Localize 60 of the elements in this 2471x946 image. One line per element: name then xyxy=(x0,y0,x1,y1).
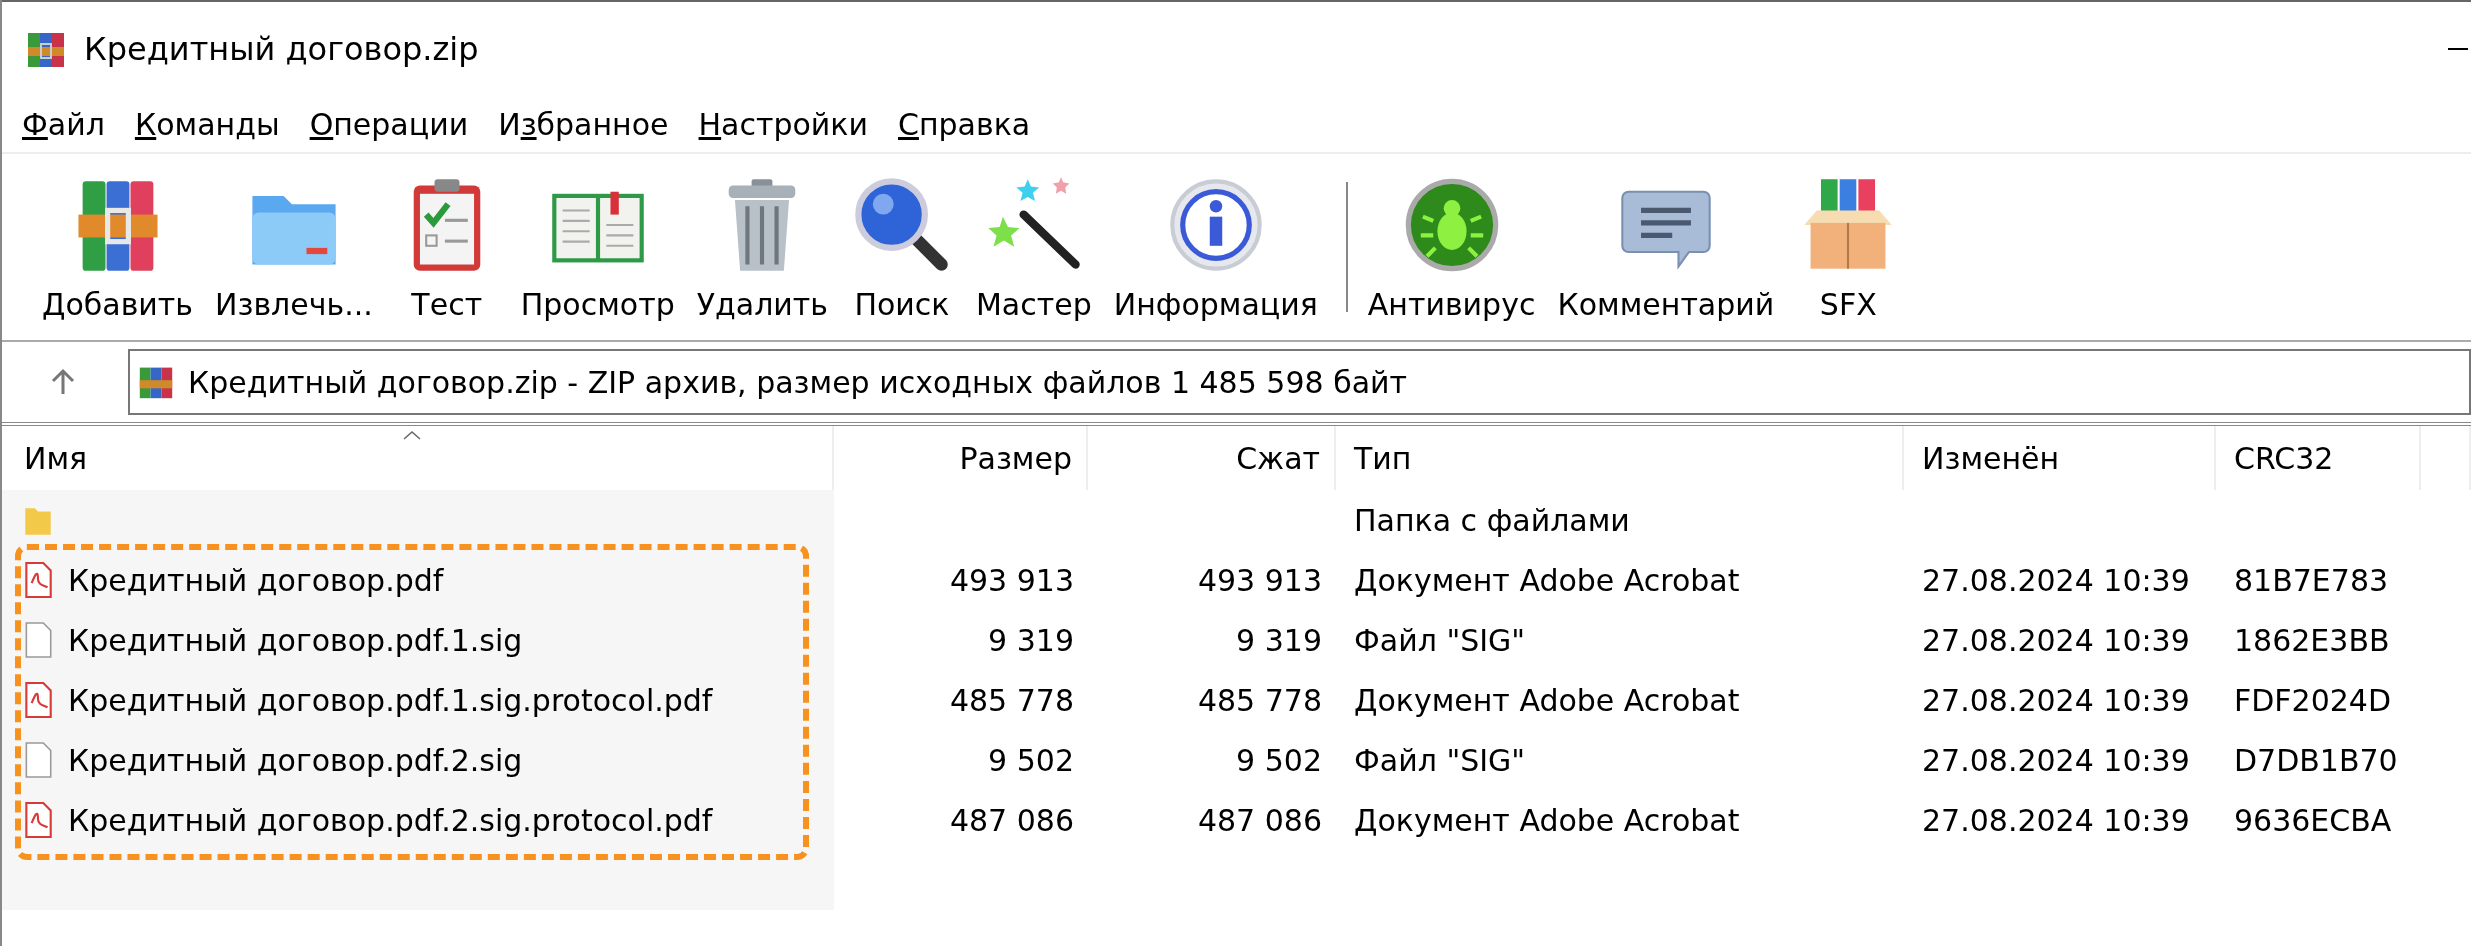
size-cell: 9 319 xyxy=(988,622,1074,658)
column-header[interactable]: Сжат xyxy=(1088,426,1336,490)
window-title: Кредитный договор.zip xyxy=(84,30,479,68)
pdf-file-icon xyxy=(22,682,54,718)
packed-size-cell: 9 502 xyxy=(1236,742,1322,778)
modified-cell: 27.08.2024 10:39 xyxy=(1922,682,2190,718)
size-cell: 9 502 xyxy=(988,742,1074,778)
file-name[interactable]: Кредитный договор.pdf.1.sig xyxy=(68,622,523,658)
packed-size-cell: 485 778 xyxy=(1197,682,1322,718)
packed-size-cell: 9 319 xyxy=(1236,622,1322,658)
type-cell: Папка с файлами xyxy=(1354,502,1630,538)
type-cell: Файл "SIG" xyxy=(1354,742,1526,778)
toolbar-button[interactable]: Комментарий xyxy=(1553,157,1779,337)
address-field[interactable]: Кредитный договор.zip - ZIP архив, размер исходных файлов 1 485 598 байт xyxy=(128,349,2471,415)
pdf-file-icon xyxy=(22,562,54,598)
toolbar-button[interactable]: Удалить xyxy=(692,157,832,337)
toolbar-button[interactable]: Извлечь... xyxy=(211,157,377,337)
modified-cell: 27.08.2024 10:39 xyxy=(1922,622,2190,658)
crc-cell: 9636ECBA xyxy=(2234,802,2392,838)
toolbar-button[interactable]: Мастер xyxy=(971,157,1096,337)
toolbar-button[interactable]: Поиск xyxy=(845,157,958,337)
toolbar-button[interactable]: SFX xyxy=(1792,157,1905,337)
toolbar-button[interactable]: Добавить xyxy=(38,157,197,337)
column-header[interactable]: Тип xyxy=(1336,426,1904,490)
toolbar-button[interactable]: Просмотр xyxy=(516,157,679,337)
pdf-file-icon xyxy=(22,802,54,838)
type-cell: Документ Adobe Acrobat xyxy=(1354,682,1740,718)
size-cell: 485 778 xyxy=(949,682,1074,718)
menu-item[interactable]: Избранное xyxy=(498,106,669,142)
toolbar-button[interactable]: Тест xyxy=(390,157,503,337)
size-cell: 487 086 xyxy=(949,802,1074,838)
toolbar-button[interactable]: Антивирус xyxy=(1363,157,1540,337)
type-cell: Документ Adobe Acrobat xyxy=(1354,562,1740,598)
file-name[interactable]: Кредитный договор.pdf.2.sig.protocol.pdf xyxy=(68,802,713,838)
packed-size-cell: 493 913 xyxy=(1197,562,1322,598)
column-header[interactable]: Размер xyxy=(834,426,1088,490)
crc-cell: 1862E3BB xyxy=(2234,622,2390,658)
packed-size-cell: 487 086 xyxy=(1197,802,1322,838)
file-name[interactable]: Кредитный договор.pdf.2.sig xyxy=(68,742,523,778)
menu-item[interactable]: Операции xyxy=(309,106,469,142)
modified-cell: 27.08.2024 10:39 xyxy=(1922,742,2190,778)
crc-cell: D7DB1B70 xyxy=(2234,742,2398,778)
file-name[interactable]: Кредитный договор.pdf xyxy=(68,562,444,598)
crc-cell: 81B7E783 xyxy=(2234,562,2389,598)
sort-caret-icon xyxy=(402,430,422,440)
file-name[interactable]: Кредитный договор.pdf.1.sig.protocol.pdf xyxy=(68,682,713,718)
menu-item[interactable]: Справка xyxy=(898,106,1031,142)
menu-item[interactable]: Команды xyxy=(134,106,280,142)
crc-cell: FDF2024D xyxy=(2234,682,2392,718)
menu-item[interactable]: Настройки xyxy=(698,106,868,142)
modified-cell: 27.08.2024 10:39 xyxy=(1922,802,2190,838)
column-header[interactable]: CRC32 xyxy=(2216,426,2421,490)
column-header[interactable]: Изменён xyxy=(1904,426,2216,490)
menu-item[interactable]: Файл xyxy=(22,106,105,142)
modified-cell: 27.08.2024 10:39 xyxy=(1922,562,2190,598)
toolbar-button[interactable]: Информация xyxy=(1109,157,1322,337)
size-cell: 493 913 xyxy=(949,562,1074,598)
minimize-icon[interactable] xyxy=(2447,47,2469,51)
type-cell: Файл "SIG" xyxy=(1354,622,1526,658)
type-cell: Документ Adobe Acrobat xyxy=(1354,802,1740,838)
